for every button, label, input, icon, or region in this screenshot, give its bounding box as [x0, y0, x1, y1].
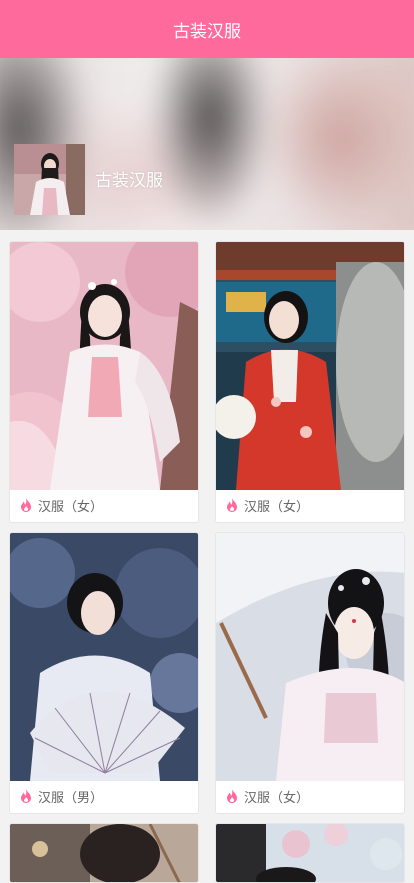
card-photo[interactable] [216, 824, 404, 882]
banner-title: 古装汉服 [95, 171, 163, 191]
photo-card[interactable]: 汉服（男） [9, 532, 199, 814]
card-photo[interactable] [216, 533, 404, 781]
photo-card[interactable]: 汉服（女） [215, 532, 405, 814]
flame-icon [21, 498, 31, 512]
card-photo[interactable] [10, 824, 198, 882]
card-label: 汉服（女） [244, 499, 310, 515]
card-photo[interactable] [10, 242, 198, 490]
card-photo[interactable] [10, 533, 198, 781]
photo-card[interactable] [9, 823, 199, 883]
top-app-bar: 古装汉服 [0, 0, 414, 58]
photo-card[interactable] [215, 823, 405, 883]
page-title: 古装汉服 [173, 21, 241, 42]
card-label: 汉服（女） [244, 790, 310, 806]
flame-icon [227, 498, 237, 512]
category-thumbnail[interactable] [14, 144, 85, 215]
card-caption: 汉服（女） [10, 488, 198, 522]
card-caption: 汉服（女） [216, 488, 404, 522]
flame-icon [21, 789, 31, 803]
card-label: 汉服（男） [38, 790, 104, 806]
photo-card[interactable]: 汉服（女） [9, 241, 199, 523]
photo-card[interactable]: 汉服（女） [215, 241, 405, 523]
card-photo[interactable] [216, 242, 404, 490]
card-caption: 汉服（女） [216, 779, 404, 813]
flame-icon [227, 789, 237, 803]
card-caption: 汉服（男） [10, 779, 198, 813]
category-banner: 古装汉服 [0, 58, 414, 230]
card-label: 汉服（女） [38, 499, 104, 515]
